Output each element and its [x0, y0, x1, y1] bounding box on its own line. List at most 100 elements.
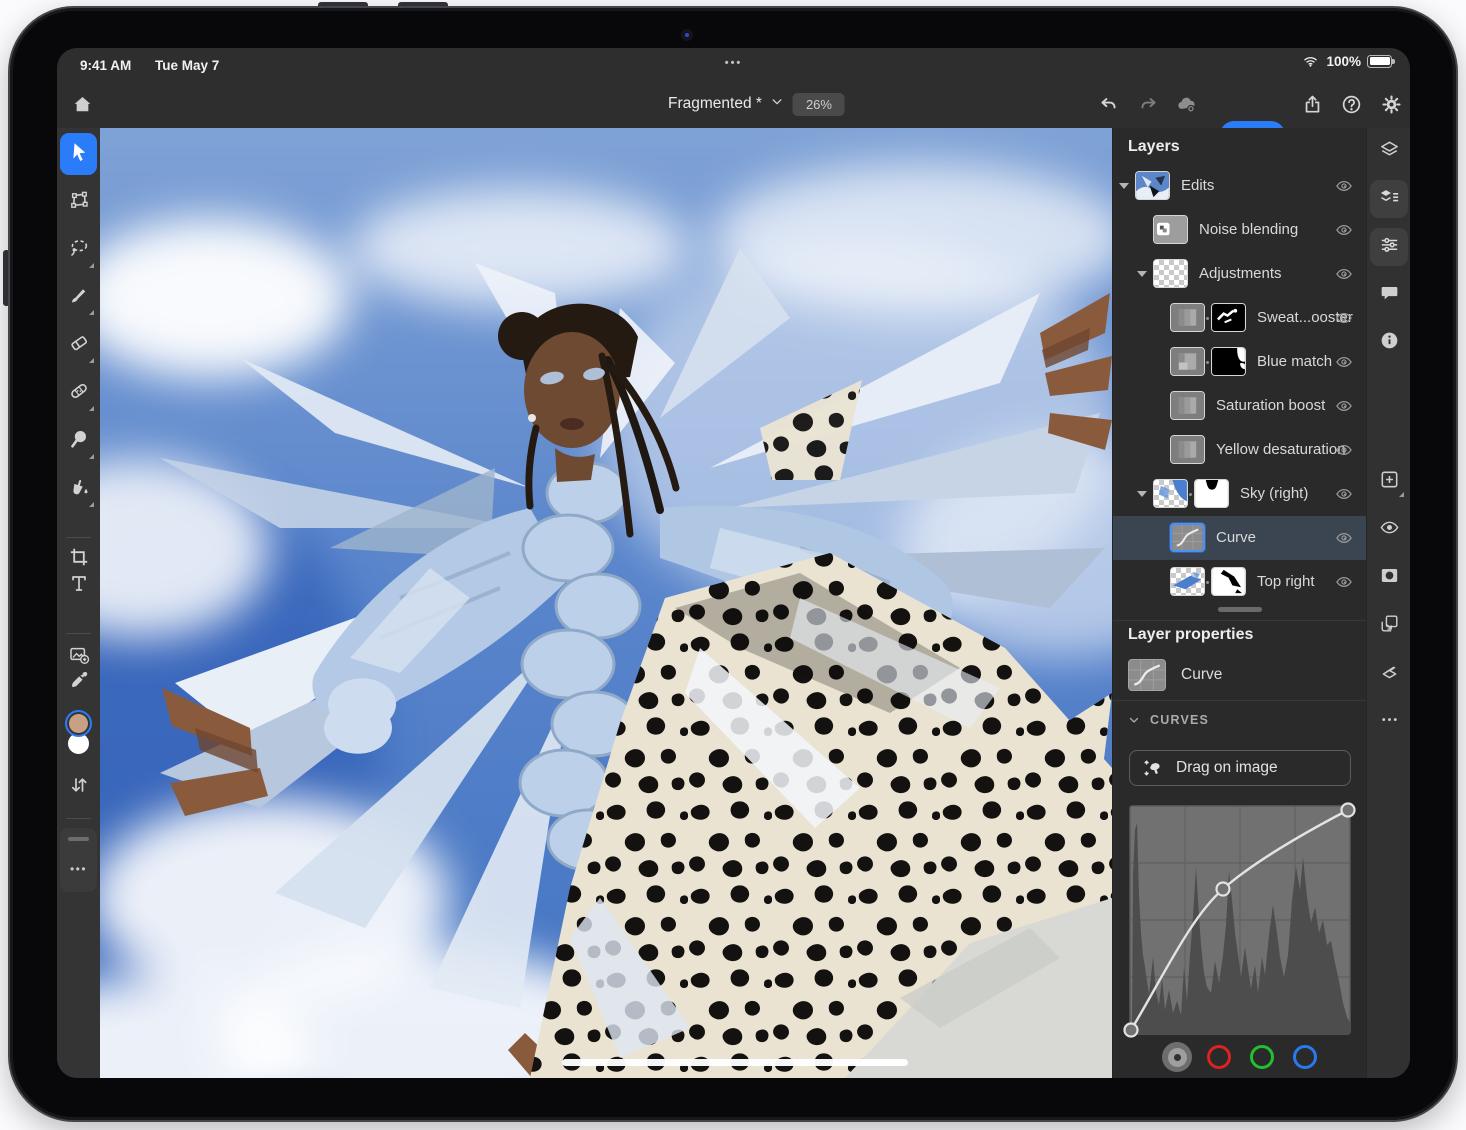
layers-icon — [1378, 138, 1401, 166]
export-icon[interactable] — [1295, 87, 1329, 121]
adjustment-layer-thumbnail[interactable] — [1170, 435, 1205, 464]
blue-channel-button[interactable] — [1293, 1045, 1317, 1069]
layer-mask-thumbnail[interactable] — [1211, 567, 1246, 596]
composite-channel-button[interactable] — [1162, 1042, 1192, 1072]
layer-name: Yellow desaturation — [1216, 441, 1346, 458]
layer-visibility-icon[interactable] — [1333, 484, 1355, 504]
document-canvas[interactable] — [100, 128, 1112, 1078]
layer-visibility-icon[interactable] — [1333, 440, 1355, 460]
curve-point-mid[interactable] — [1217, 883, 1230, 896]
eraser-tool-button[interactable] — [60, 324, 97, 366]
red-channel-button[interactable] — [1207, 1045, 1231, 1069]
document-title-group[interactable]: Fragmented * 26% — [668, 80, 845, 128]
transform-tool-button[interactable] — [60, 181, 97, 223]
chevron-down-icon[interactable] — [771, 95, 784, 113]
green-channel-button[interactable] — [1250, 1045, 1274, 1069]
clipping-mask-button[interactable] — [1370, 607, 1408, 645]
adjustment-layer-thumbnail[interactable] — [1170, 391, 1205, 420]
document-info-button[interactable] — [1370, 324, 1408, 362]
curves-histogram[interactable] — [1129, 805, 1351, 1035]
more-tools-button[interactable]: ••• — [60, 862, 97, 876]
layer-row[interactable]: Noise blending — [1113, 208, 1367, 252]
layer-mask-button[interactable] — [1370, 559, 1408, 597]
flatten-button[interactable] — [1370, 655, 1408, 693]
layer-visibility-icon[interactable] — [1333, 176, 1355, 196]
lasso-tool-button[interactable] — [60, 229, 97, 271]
tool-flyout-indicator — [89, 454, 94, 459]
layer-row[interactable]: Saturation boost — [1113, 384, 1367, 428]
group-thumbnail-transparent[interactable] — [1153, 259, 1188, 288]
layer-name: Saturation boost — [1216, 397, 1325, 414]
zoom-tool-button[interactable] — [60, 420, 97, 462]
brush-tool-button[interactable] — [60, 276, 97, 318]
gear-icon[interactable] — [1374, 87, 1408, 121]
adjustment-layer-thumbnail[interactable] — [1170, 347, 1205, 376]
mask-link-dot — [1189, 493, 1192, 496]
layer-mask-thumbnail[interactable] — [1211, 303, 1246, 332]
disclosure-triangle-icon[interactable] — [1119, 183, 1129, 189]
zoom-level-badge[interactable]: 26% — [793, 93, 845, 116]
healing-tool-button[interactable] — [60, 372, 97, 414]
fill-tool-button[interactable] — [60, 468, 97, 510]
lasso-tool-icon — [67, 236, 91, 265]
panel-resize-handle[interactable] — [1218, 607, 1262, 612]
layer-row[interactable]: Top right — [1113, 560, 1367, 604]
layer-thumbnail-sky[interactable] — [1153, 479, 1188, 508]
layer-thumbnail-collage[interactable] — [1135, 171, 1170, 200]
multitask-dots-icon[interactable]: ••• — [725, 57, 743, 69]
layer-row[interactable]: Blue match — [1113, 340, 1367, 384]
move-tool-button[interactable] — [60, 133, 97, 175]
eyedropper-icon — [67, 667, 91, 696]
more-options-button[interactable] — [1370, 703, 1408, 741]
adjustments-toggle-button[interactable] — [1370, 228, 1408, 266]
curve-layer-thumbnail[interactable] — [1170, 523, 1205, 552]
curves-section-header[interactable]: CURVES — [1128, 713, 1209, 727]
add-layer-button[interactable] — [1370, 463, 1408, 501]
layer-mask-thumbnail[interactable] — [1194, 479, 1229, 508]
layer-visibility-button[interactable] — [1370, 511, 1408, 549]
cloud-offline-icon[interactable] — [1169, 87, 1203, 121]
layer-properties-thumbnail — [1128, 659, 1166, 691]
home-indicator[interactable] — [562, 1059, 908, 1066]
layer-row[interactable]: Edits — [1113, 164, 1367, 208]
layer-visibility-icon[interactable] — [1333, 352, 1355, 372]
layer-row[interactable]: Curve — [1113, 516, 1367, 560]
foreground-color-well[interactable] — [65, 710, 92, 737]
layer-visibility-icon[interactable] — [1333, 264, 1355, 284]
undo-button[interactable] — [1091, 87, 1125, 121]
help-icon[interactable] — [1334, 87, 1368, 121]
comments-button[interactable] — [1370, 276, 1408, 314]
layer-row[interactable]: Sweat...ooster — [1113, 296, 1367, 340]
tool-flyout-indicator — [89, 406, 94, 411]
redo-button[interactable] — [1131, 87, 1165, 121]
disclosure-triangle-icon[interactable] — [1137, 271, 1147, 277]
eye-icon — [1378, 516, 1401, 544]
layer-name: Top right — [1257, 573, 1315, 590]
curve-point-highlight[interactable] — [1342, 804, 1355, 817]
eyedropper-tool-button[interactable] — [60, 660, 97, 702]
tool-options-handle[interactable] — [68, 837, 89, 841]
layers-panel-toggle-button[interactable] — [1370, 133, 1408, 171]
layer-properties-toggle-button[interactable] — [1370, 180, 1408, 218]
layer-thumbnail-sky[interactable] — [1170, 567, 1205, 596]
drag-on-image-button[interactable]: Drag on image — [1129, 750, 1351, 786]
layer-thumbnail-pixels[interactable] — [1153, 215, 1188, 244]
layer-row[interactable]: Sky (right) — [1113, 472, 1367, 516]
home-button[interactable] — [65, 87, 99, 121]
layer-visibility-icon[interactable] — [1333, 220, 1355, 240]
status-date: Tue May 7 — [155, 58, 219, 73]
layer-row[interactable]: Yellow desaturation — [1113, 428, 1367, 472]
layer-visibility-icon[interactable] — [1333, 308, 1355, 328]
adjustment-layer-thumbnail[interactable] — [1170, 303, 1205, 332]
curve-point-shadow[interactable] — [1125, 1024, 1138, 1037]
layer-row[interactable]: Adjustments — [1113, 252, 1367, 296]
layer-visibility-icon[interactable] — [1333, 396, 1355, 416]
type-tool-button[interactable] — [60, 564, 97, 606]
brush-tool-icon — [67, 283, 91, 312]
layer-mask-thumbnail[interactable] — [1211, 347, 1246, 376]
disclosure-triangle-icon[interactable] — [1137, 491, 1147, 497]
layer-visibility-icon[interactable] — [1333, 528, 1355, 548]
layer-visibility-icon[interactable] — [1333, 572, 1355, 592]
transform-tool-icon — [67, 188, 91, 217]
swap-colors-button[interactable] — [60, 766, 97, 808]
